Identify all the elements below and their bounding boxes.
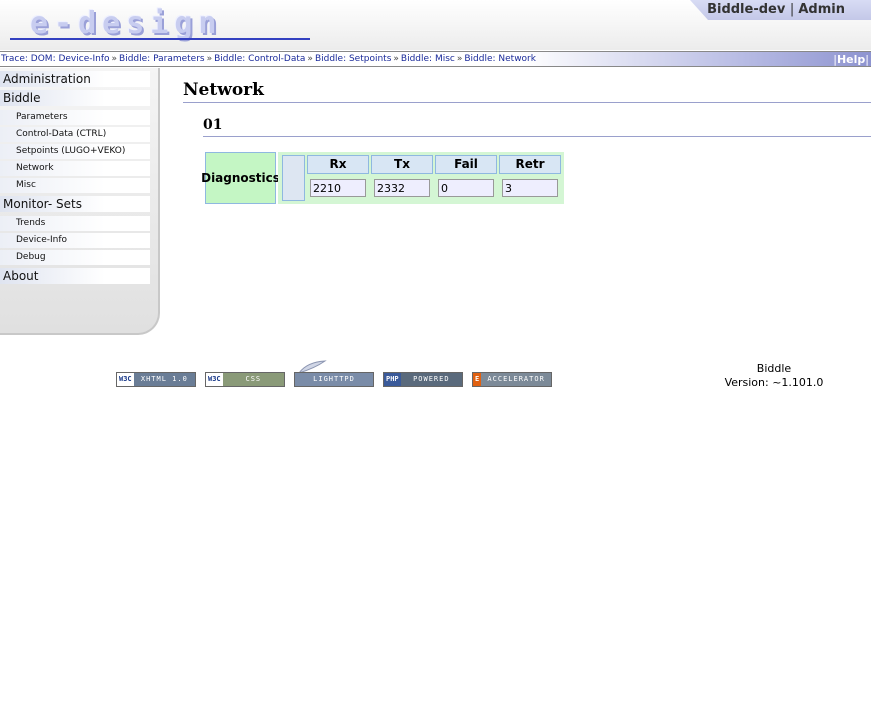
footer-info: Biddle Version: ~1.101.0 [720,362,828,390]
diagnostics-empty-cell [282,155,305,201]
php-badge[interactable]: PHP POWERED [383,372,463,387]
sidebar-item-setpoints[interactable]: Setpoints (LUGO+VEKO) [0,144,150,159]
sidebar-item-biddle[interactable]: Biddle [0,90,150,106]
badge-label: CSS [245,375,262,383]
sidebar-item-network[interactable]: Network [0,161,150,176]
trace-bar: Trace: DOM: Device-Info» Biddle: Paramete… [0,51,871,67]
page-title: Network [183,80,264,100]
section-title: 01 [203,117,223,133]
help-link[interactable]: Help [837,53,865,66]
w3c-css-badge[interactable]: W3C CSS [205,372,285,387]
badge-label: POWERED [413,375,450,383]
column-header-rx: Rx [307,155,369,174]
rx-field[interactable] [310,179,366,197]
sidebar-item-misc[interactable]: Misc [0,178,150,193]
breadcrumb-arrow-icon: » [206,54,213,64]
breadcrumb-item[interactable]: Biddle: Parameters [119,54,205,64]
breadcrumb-item[interactable]: DOM: Device-Info [31,54,110,64]
sidebar-item-parameters[interactable]: Parameters [0,110,150,125]
badge-label: ACCELERATOR [487,375,545,383]
sidebar-item-trends[interactable]: Trends [0,216,150,231]
breadcrumb-item[interactable]: Biddle: Setpoints [315,54,391,64]
tx-field[interactable] [374,179,430,197]
breadcrumb-item[interactable]: Biddle: Network [464,54,536,64]
breadcrumb-arrow-icon: » [456,54,463,64]
footer-app-name: Biddle [756,362,792,375]
title-divider [183,102,871,103]
sidebar-item-administration[interactable]: Administration [0,71,150,87]
breadcrumb: Trace: DOM: Device-Info» Biddle: Paramete… [1,54,536,64]
breadcrumb-item[interactable]: Biddle: Control-Data [214,54,305,64]
sidebar: Administration Biddle Parameters Control… [0,68,160,335]
breadcrumb-item[interactable]: Biddle: Misc [401,54,455,64]
eaccelerator-badge[interactable]: E ACCELERATOR [472,372,552,387]
section-divider [203,136,871,137]
retr-field[interactable] [502,179,558,197]
sidebar-item-debug[interactable]: Debug [0,250,150,265]
sidebar-item-device-info[interactable]: Device-Info [0,233,150,248]
user-role[interactable]: Admin [798,2,845,17]
php-icon: PHP [384,373,401,386]
diagnostics-label: Diagnostics [201,152,280,204]
badge-label: LIGHTTPD [313,375,355,383]
help-divider: | [865,53,869,66]
column-header-tx: Tx [371,155,433,174]
lighttpd-badge[interactable]: LIGHTTPD [294,372,374,387]
logo-underline [10,38,310,40]
breadcrumb-arrow-icon: » [111,54,118,64]
logo: e-design [10,2,310,42]
eaccelerator-icon: E [473,373,482,386]
sidebar-item-monitor-sets[interactable]: Monitor- Sets [0,196,150,212]
column-header-retr: Retr [499,155,561,174]
user-box: Biddle-dev | Admin [690,0,871,20]
badge-label: XHTML 1.0 [140,375,188,383]
sidebar-item-control-data[interactable]: Control-Data (CTRL) [0,127,150,142]
column-header-fail: Fail [435,155,497,174]
header: e-design Biddle-dev | Admin [0,0,871,50]
user-name[interactable]: Biddle-dev [707,2,785,17]
footer-version: Version: ~1.101.0 [724,376,824,389]
w3c-xhtml-badge[interactable]: W3C XHTML 1.0 [116,372,196,387]
fail-field[interactable] [438,179,494,197]
w3c-xhtml-icon: W3C [117,373,134,386]
help-area: |Help| [833,53,869,66]
breadcrumb-arrow-icon: » [393,54,399,64]
logo-text: e-design [30,6,223,41]
breadcrumb-prefix: Trace: [1,54,28,64]
breadcrumb-arrow-icon: » [307,54,313,64]
sidebar-item-about[interactable]: About [0,268,150,284]
w3c-css-icon: W3C [206,373,223,386]
